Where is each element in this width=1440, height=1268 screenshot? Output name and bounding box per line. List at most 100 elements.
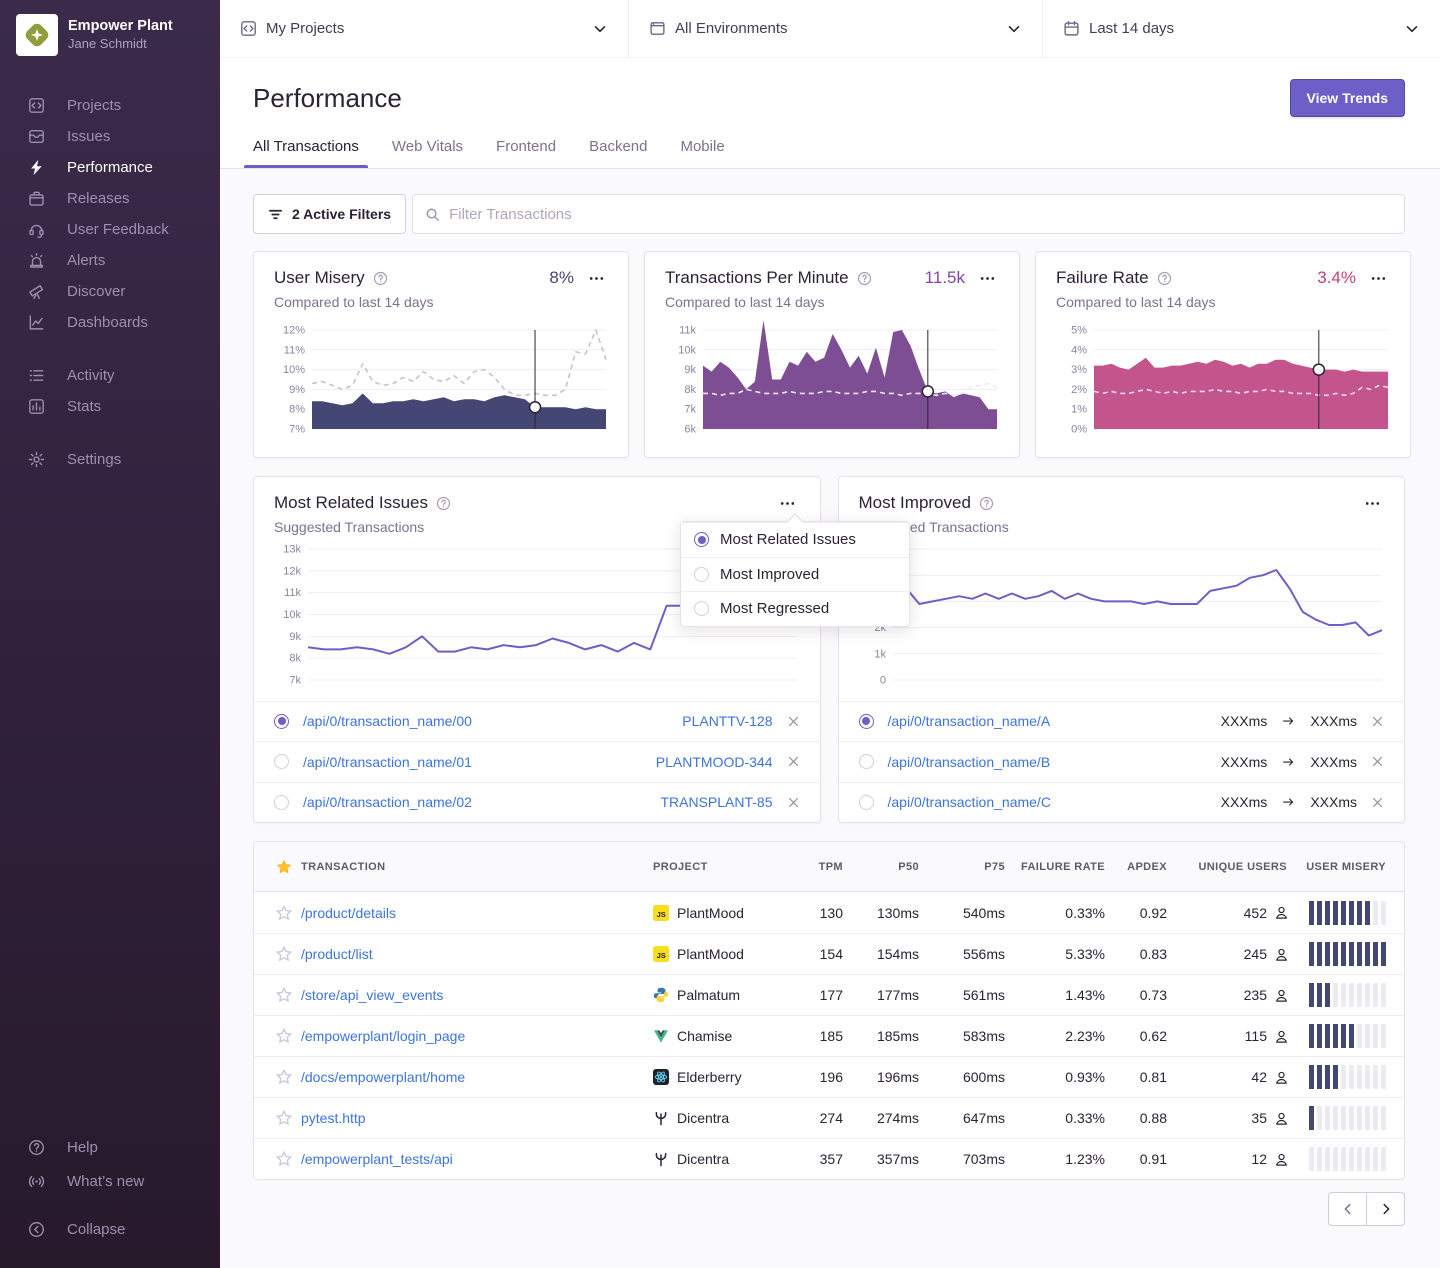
sidebar-item[interactable]: Discover: [0, 276, 220, 307]
transaction-radio[interactable]: [274, 714, 289, 729]
dismiss-icon[interactable]: [787, 796, 800, 809]
duration-after: XXXms: [1310, 713, 1357, 729]
help-icon[interactable]: [1157, 271, 1172, 286]
dismiss-icon[interactable]: [787, 755, 800, 768]
apdex-value: 0.92: [1107, 905, 1169, 921]
dropdown-option[interactable]: Most Improved: [681, 557, 909, 592]
column-header-apdex[interactable]: APDEX: [1107, 861, 1169, 873]
issue-link[interactable]: PLANTTV-128: [682, 713, 772, 729]
transaction-radio[interactable]: [859, 795, 874, 810]
tab[interactable]: Mobile: [680, 138, 724, 168]
sidebar-item[interactable]: Dashboards: [0, 307, 220, 338]
help-icon[interactable]: [857, 271, 872, 286]
column-header-unique-users[interactable]: UNIQUE USERS: [1169, 861, 1289, 873]
transaction-link[interactable]: /api/0/transaction_name/B: [888, 754, 1051, 770]
transaction-radio[interactable]: [274, 754, 289, 769]
org-switcher[interactable]: Empower Plant Jane Schmidt: [0, 0, 220, 66]
transaction-link[interactable]: /product/list: [301, 946, 653, 962]
sidebar-item[interactable]: Releases: [0, 183, 220, 214]
card-menu-button[interactable]: [975, 269, 999, 287]
transaction-search-input[interactable]: [449, 206, 1392, 223]
star-toggle[interactable]: [254, 1028, 301, 1044]
tab[interactable]: All Transactions: [253, 138, 359, 168]
project-cell[interactable]: Elderberry: [653, 1069, 793, 1085]
summary-cards: User Misery 8% Compared to last 14 days …: [253, 251, 1405, 458]
environment-filter-dropdown[interactable]: All Environments: [629, 0, 1043, 57]
issue-link[interactable]: TRANSPLANT-85: [660, 794, 772, 810]
star-toggle[interactable]: [254, 905, 301, 921]
card-menu-button[interactable]: [1360, 494, 1384, 512]
sidebar-item[interactable]: Stats: [0, 391, 220, 422]
sidebar-item[interactable]: Activity: [0, 360, 220, 391]
project-filter-dropdown[interactable]: My Projects: [220, 0, 629, 57]
card-menu-button[interactable]: [776, 494, 800, 512]
issue-link[interactable]: PLANTMOOD-344: [656, 754, 773, 770]
sidebar-item[interactable]: Projects: [0, 90, 220, 121]
transaction-link[interactable]: /product/details: [301, 905, 653, 921]
column-header-tpm[interactable]: TPM: [793, 861, 845, 873]
transaction-link[interactable]: pytest.http: [301, 1110, 653, 1126]
transaction-link[interactable]: /api/0/transaction_name/02: [303, 794, 472, 810]
transaction-link[interactable]: /empowerplant_tests/api: [301, 1151, 653, 1167]
option-radio[interactable]: [694, 532, 709, 547]
sidebar-footer-item[interactable]: Help: [0, 1130, 220, 1164]
star-toggle[interactable]: [254, 987, 301, 1003]
transaction-radio[interactable]: [859, 714, 874, 729]
project-cell[interactable]: Chamise: [653, 1028, 793, 1044]
transaction-link[interactable]: /docs/empowerplant/home: [301, 1069, 653, 1085]
date-range-dropdown[interactable]: Last 14 days: [1043, 0, 1440, 57]
sidebar-footer-item[interactable]: What’s new: [0, 1164, 220, 1198]
column-header-user-misery[interactable]: USER MISERY: [1289, 861, 1404, 873]
tab[interactable]: Web Vitals: [392, 138, 463, 168]
sidebar-item[interactable]: User Feedback: [0, 214, 220, 245]
option-radio[interactable]: [694, 567, 709, 582]
p50-value: 154ms: [845, 946, 921, 962]
transaction-link[interactable]: /api/0/transaction_name/C: [888, 794, 1051, 810]
column-header-p75[interactable]: P75: [921, 861, 1007, 873]
dropdown-option[interactable]: Most Related Issues: [681, 522, 909, 557]
dropdown-option[interactable]: Most Regressed: [681, 591, 909, 626]
previous-page-button[interactable]: [1328, 1192, 1367, 1226]
dismiss-icon[interactable]: [787, 715, 800, 728]
star-toggle[interactable]: [254, 1069, 301, 1085]
transaction-radio[interactable]: [274, 795, 289, 810]
dismiss-icon[interactable]: [1371, 796, 1384, 809]
next-page-button[interactable]: [1366, 1192, 1405, 1226]
dismiss-icon[interactable]: [1371, 755, 1384, 768]
column-header-transaction[interactable]: TRANSACTION: [301, 861, 653, 873]
column-header-project[interactable]: PROJECT: [653, 861, 793, 873]
project-cell[interactable]: Dicentra: [653, 1110, 793, 1126]
column-header-p50[interactable]: P50: [845, 861, 921, 873]
transaction-link[interactable]: /api/0/transaction_name/A: [888, 713, 1051, 729]
star-column-header[interactable]: [254, 859, 301, 875]
sidebar-item[interactable]: Issues: [0, 121, 220, 152]
sidebar-collapse-button[interactable]: Collapse: [0, 1212, 220, 1246]
star-toggle[interactable]: [254, 946, 301, 962]
project-cell[interactable]: JS PlantMood: [653, 905, 793, 921]
tab[interactable]: Frontend: [496, 138, 556, 168]
project-cell[interactable]: JS PlantMood: [653, 946, 793, 962]
project-cell[interactable]: Dicentra: [653, 1151, 793, 1167]
sidebar-item[interactable]: Performance: [0, 152, 220, 183]
option-radio[interactable]: [694, 601, 709, 616]
active-filters-button[interactable]: 2 Active Filters: [253, 194, 406, 234]
transaction-link[interactable]: /empowerplant/login_page: [301, 1028, 653, 1044]
transaction-link[interactable]: /api/0/transaction_name/00: [303, 713, 472, 729]
tab[interactable]: Backend: [589, 138, 647, 168]
help-icon[interactable]: [436, 496, 451, 511]
help-icon[interactable]: [979, 496, 994, 511]
view-trends-button[interactable]: View Trends: [1290, 79, 1405, 117]
card-menu-button[interactable]: [584, 269, 608, 287]
transaction-link[interactable]: /api/0/transaction_name/01: [303, 754, 472, 770]
column-header-failure-rate[interactable]: FAILURE RATE: [1007, 861, 1107, 873]
star-toggle[interactable]: [254, 1110, 301, 1126]
help-icon[interactable]: [373, 271, 388, 286]
sidebar-item[interactable]: Alerts: [0, 245, 220, 276]
sidebar-item[interactable]: Settings: [0, 444, 220, 475]
star-toggle[interactable]: [254, 1151, 301, 1167]
dismiss-icon[interactable]: [1371, 715, 1384, 728]
card-menu-button[interactable]: [1366, 269, 1390, 287]
project-cell[interactable]: Palmatum: [653, 987, 793, 1003]
transaction-radio[interactable]: [859, 754, 874, 769]
transaction-link[interactable]: /store/api_view_events: [301, 987, 653, 1003]
